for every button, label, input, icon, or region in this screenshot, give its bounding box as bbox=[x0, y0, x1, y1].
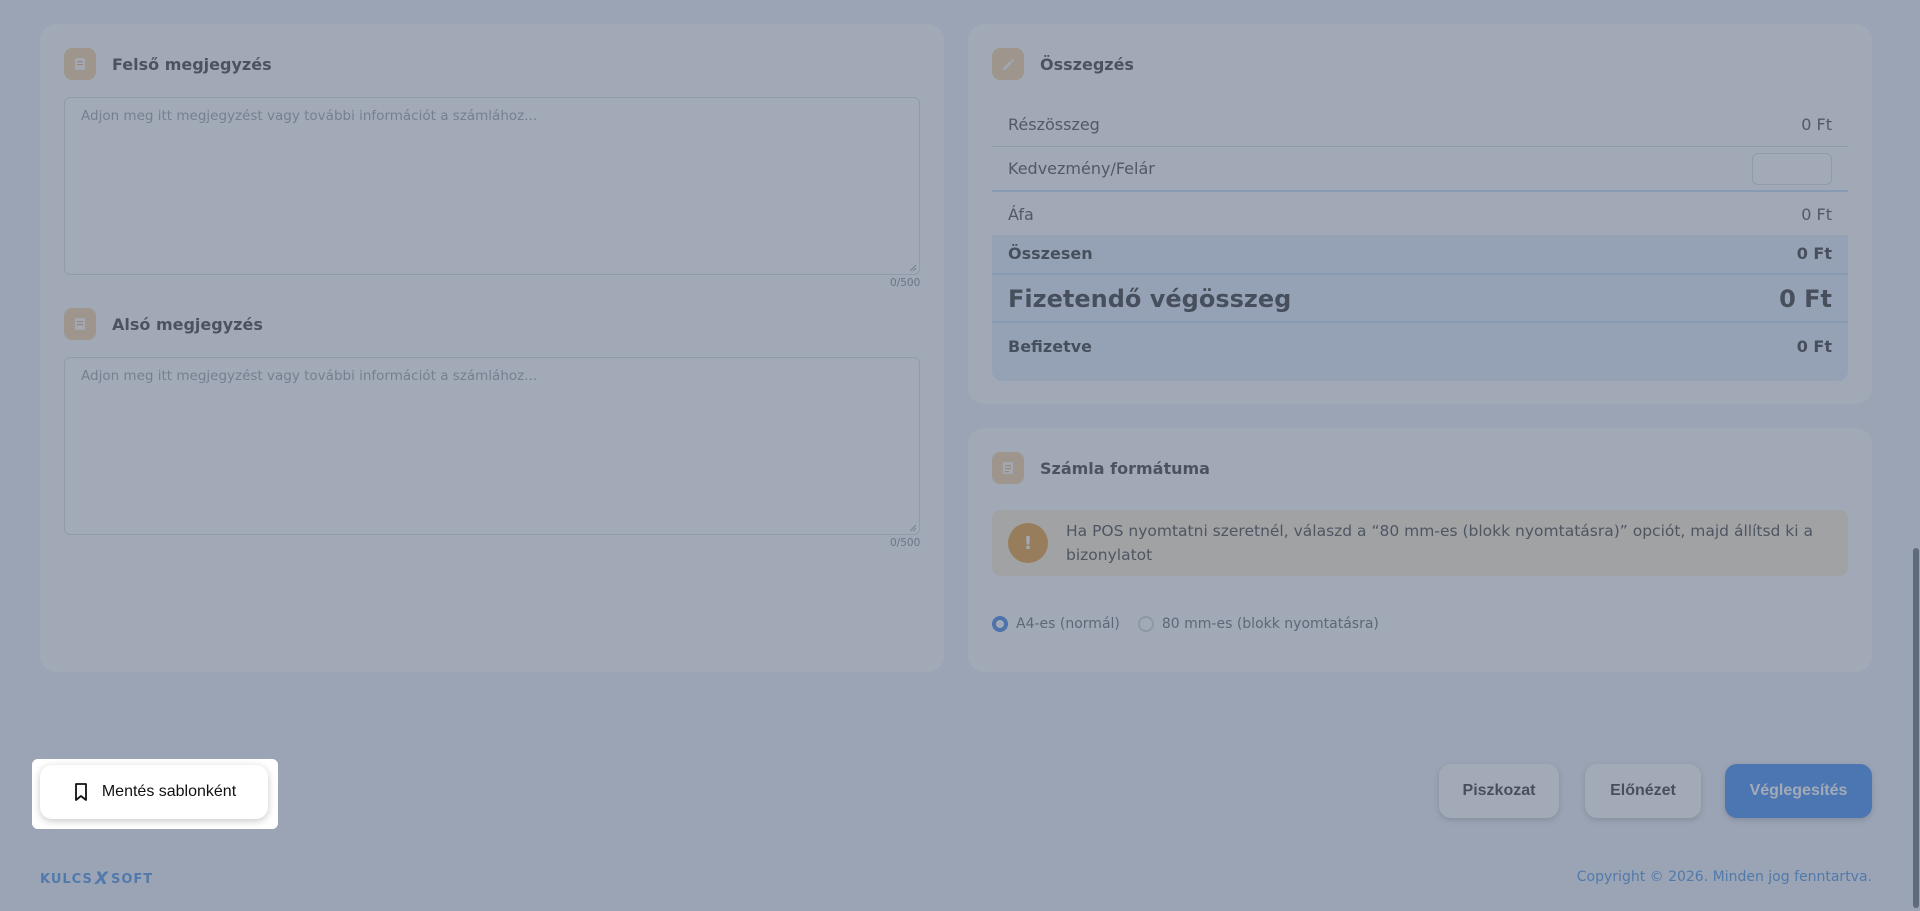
format-option-80mm-label: 80 mm-es (blokk nyomtatásra) bbox=[1161, 616, 1379, 632]
top-note-textarea[interactable]: Adjon meg itt megjegyzést vagy további i… bbox=[64, 97, 920, 275]
resize-grip-icon[interactable] bbox=[907, 262, 917, 272]
pos-warning-text: Ha POS nyomtatni szeretnél, válaszd a “8… bbox=[1066, 522, 1813, 564]
discount-label: Kedvezmény/Felár bbox=[1008, 159, 1155, 178]
top-note-title: Felső megjegyzés bbox=[112, 54, 272, 74]
resize-grip-icon[interactable] bbox=[907, 522, 917, 532]
logo-mark: X bbox=[94, 869, 109, 889]
subtotal-label: Részösszeg bbox=[1008, 114, 1100, 134]
note-icon bbox=[64, 308, 96, 340]
pencil-icon bbox=[992, 48, 1024, 80]
document-icon bbox=[992, 452, 1024, 484]
page-scrollbar[interactable] bbox=[1912, 0, 1920, 911]
logo-left-text: KULCS bbox=[40, 871, 93, 887]
discount-input[interactable] bbox=[1752, 152, 1832, 185]
logo-right-text: SOFT bbox=[110, 871, 154, 887]
format-title: Számla formátuma bbox=[1040, 458, 1210, 478]
format-header: Számla formátuma bbox=[992, 452, 1210, 484]
top-note-char-count: 0/500 bbox=[890, 277, 921, 289]
bottom-note-textarea[interactable]: Adjon meg itt megjegyzést vagy további i… bbox=[64, 357, 920, 535]
vat-row: Áfa 0 Ft bbox=[992, 192, 1848, 237]
bottom-note-header: Alsó megjegyzés bbox=[64, 308, 263, 340]
paid-label: Befizetve bbox=[1008, 337, 1092, 356]
total-label: Összesen bbox=[1008, 243, 1093, 263]
discount-row: Kedvezmény/Felár bbox=[992, 147, 1848, 192]
scrollbar-thumb[interactable] bbox=[1913, 548, 1919, 908]
save-template-label: Mentés sablonként bbox=[101, 783, 237, 800]
copyright-text: Copyright © 2026. Minden jog fenntartva. bbox=[1576, 869, 1872, 885]
bottom-note-title: Alsó megjegyzés bbox=[112, 314, 263, 334]
payable-value: 0 Ft bbox=[1779, 285, 1832, 313]
payable-row: Fizetendő végösszeg 0 Ft bbox=[992, 277, 1848, 323]
draft-button[interactable]: Piszkozat bbox=[1439, 764, 1559, 818]
format-option-a4[interactable]: A4-es (normál) bbox=[992, 616, 1120, 632]
invoice-page: Felső megjegyzés Adjon meg itt megjegyzé… bbox=[0, 0, 1920, 911]
radio-checked-icon[interactable] bbox=[992, 616, 1008, 632]
summary-title: Összegzés bbox=[1040, 54, 1134, 74]
total-row: Összesen 0 Ft bbox=[992, 233, 1848, 275]
bottom-note-placeholder: Adjon meg itt megjegyzést vagy további i… bbox=[81, 368, 538, 384]
format-option-80mm[interactable]: 80 mm-es (blokk nyomtatásra) bbox=[1137, 616, 1379, 632]
paid-row: Befizetve 0 Ft bbox=[992, 324, 1848, 369]
vat-label: Áfa bbox=[1008, 205, 1034, 224]
radio-unchecked-icon[interactable] bbox=[1137, 616, 1154, 632]
format-radio-group: A4-es (normál) 80 mm-es (blokk nyomtatás… bbox=[992, 616, 1379, 632]
summary-header: Összegzés bbox=[992, 48, 1134, 80]
bottom-note-char-count: 0/500 bbox=[890, 537, 921, 549]
warning-icon: ! bbox=[1008, 523, 1048, 563]
bookmark-icon bbox=[74, 783, 87, 801]
kulcssoft-logo: KULCS X SOFT bbox=[40, 869, 153, 889]
pos-warning: ! Ha POS nyomtatni szeretnél, válaszd a … bbox=[992, 510, 1848, 576]
subtotal-row: Részösszeg 0 Ft bbox=[992, 102, 1848, 147]
paid-value: 0 Ft bbox=[1796, 337, 1832, 356]
total-value: 0 Ft bbox=[1796, 243, 1832, 263]
top-note-header: Felső megjegyzés bbox=[64, 48, 272, 80]
save-template-button[interactable]: Mentés sablonként bbox=[40, 765, 268, 819]
finalize-button[interactable]: Véglegesítés bbox=[1725, 764, 1872, 818]
preview-button[interactable]: Előnézet bbox=[1585, 764, 1701, 818]
vat-value: 0 Ft bbox=[1801, 205, 1832, 224]
format-option-a4-label: A4-es (normál) bbox=[1016, 616, 1120, 632]
top-note-placeholder: Adjon meg itt megjegyzést vagy további i… bbox=[81, 108, 538, 124]
note-icon bbox=[64, 48, 96, 80]
subtotal-value: 0 Ft bbox=[1801, 114, 1832, 134]
payable-label: Fizetendő végösszeg bbox=[1008, 285, 1292, 313]
